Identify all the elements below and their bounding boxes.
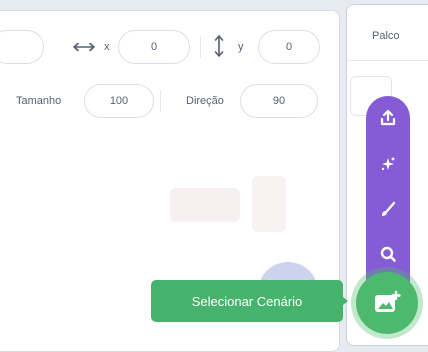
divider	[200, 36, 201, 58]
upload-backdrop-button[interactable]	[374, 104, 402, 132]
paint-backdrop-button[interactable]	[374, 196, 402, 224]
surprise-icon	[381, 157, 395, 171]
search-icon	[380, 246, 396, 262]
upload-icon	[380, 109, 396, 126]
tooltip-arrow	[338, 293, 348, 309]
x-position-input[interactable]: 0	[118, 30, 190, 64]
divider	[160, 90, 161, 112]
paint-icon	[382, 201, 396, 216]
stage-divider	[347, 60, 428, 61]
sprite-thumbnail-ghost	[252, 176, 286, 232]
sprite-name-field[interactable]	[0, 30, 44, 64]
size-label: Tamanho	[16, 95, 62, 107]
y-position-input[interactable]: 0	[258, 30, 320, 64]
stage-title: Palco	[372, 30, 400, 42]
surprise-backdrop-button[interactable]	[374, 150, 402, 178]
x-label: x	[104, 41, 110, 53]
sprite-thumbnail-ghost	[170, 188, 240, 222]
backdrop-add-icon	[375, 290, 401, 312]
choose-backdrop-button[interactable]	[374, 240, 402, 268]
size-input[interactable]: 100	[84, 84, 154, 118]
select-backdrop-button[interactable]	[356, 272, 418, 334]
direction-input[interactable]: 90	[240, 84, 318, 118]
select-backdrop-tooltip: Selecionar Cenário	[151, 280, 343, 322]
vertical-arrows-icon	[212, 33, 226, 59]
horizontal-arrows-icon	[72, 39, 96, 55]
y-label: y	[238, 41, 244, 53]
direction-label: Direção	[186, 95, 224, 107]
